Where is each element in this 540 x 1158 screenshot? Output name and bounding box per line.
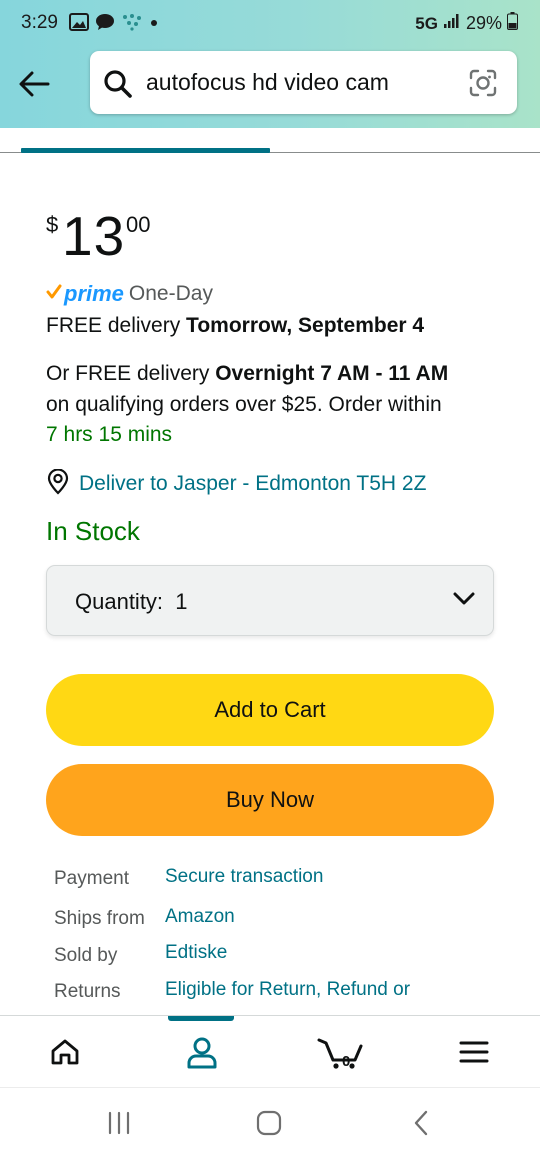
active-tab-indicator — [21, 148, 270, 153]
prime-check-icon — [46, 284, 62, 305]
bottom-nav: 0 — [0, 1015, 540, 1087]
sold-by-value[interactable]: Edtiske — [165, 942, 227, 964]
payment-value[interactable]: Secure transaction — [165, 866, 323, 888]
deliver-to-link[interactable]: Deliver to Jasper - Edmonton T5H 2Z — [46, 467, 426, 500]
search-icon[interactable] — [103, 69, 133, 104]
order-countdown: 7 hrs 15 mins — [46, 423, 173, 446]
menu-icon — [459, 1041, 489, 1063]
add-to-cart-button[interactable]: Add to Cart — [46, 674, 494, 746]
chat-bubble-icon — [95, 13, 115, 36]
location-pin-icon — [46, 467, 70, 500]
network-label: 5G — [415, 13, 438, 33]
payment-label: Payment — [54, 868, 129, 889]
nav-home[interactable] — [40, 1016, 90, 1088]
notification-icons — [69, 13, 159, 36]
nav-menu[interactable] — [448, 1016, 500, 1088]
prime-tag: One-Day — [128, 282, 213, 305]
recent-apps-icon — [108, 1111, 130, 1135]
prime-badge-row: prime One-Day — [46, 281, 213, 307]
status-time: 3:29 — [21, 12, 58, 33]
alt-delivery-line: Or FREE delivery Overnight 7 AM - 11 AM — [46, 362, 449, 385]
price-symbol: $ — [46, 212, 59, 237]
quantity-label: Quantity: 1 — [75, 589, 188, 614]
system-back-icon — [414, 1110, 428, 1136]
quantity-value: 1 — [175, 589, 188, 614]
home-icon — [51, 1039, 79, 1065]
price-fraction: 00 — [126, 212, 151, 237]
status-right: 5G 29% — [415, 12, 518, 35]
gallery-icon — [69, 13, 89, 36]
system-home-icon — [256, 1110, 282, 1136]
signal-icon — [443, 13, 461, 34]
search-bar[interactable] — [90, 51, 517, 114]
delivery-window: Overnight 7 AM - 11 AM — [215, 362, 449, 385]
status-bar: 3:29 5G 29% — [0, 0, 540, 46]
ships-from-value: Amazon — [165, 906, 235, 927]
system-home-button[interactable] — [254, 1108, 284, 1138]
ships-from-label: Ships from — [54, 908, 145, 929]
account-icon — [187, 1037, 217, 1069]
system-back-button[interactable] — [406, 1108, 436, 1138]
system-nav-bar — [0, 1087, 540, 1158]
app-header: 3:29 5G 29% — [0, 0, 540, 128]
nav-account[interactable] — [174, 1016, 230, 1088]
sparkle-dots-icon — [121, 13, 143, 36]
stock-status: In Stock — [46, 516, 140, 546]
cart-count-badge: 0 — [342, 1053, 351, 1070]
deliver-to-text[interactable]: Deliver to Jasper - Edmonton T5H 2Z — [79, 472, 426, 496]
chevron-down-icon — [453, 592, 475, 611]
back-button[interactable] — [16, 66, 52, 102]
quantity-dropdown[interactable]: Quantity: 1 — [46, 565, 494, 636]
prime-logo: prime — [64, 281, 124, 306]
battery-icon — [507, 12, 518, 35]
qualifying-orders-line: on qualifying orders over $25. Order wit… — [46, 393, 442, 416]
search-input[interactable] — [146, 65, 446, 99]
camera-scan-icon[interactable] — [469, 69, 497, 102]
battery-percent: 29% — [465, 13, 502, 33]
returns-label: Returns — [54, 981, 121, 1002]
cart-icon — [317, 1038, 363, 1069]
arrow-left-icon — [19, 71, 50, 97]
nav-cart[interactable]: 0 — [310, 1016, 370, 1088]
sold-by-label: Sold by — [54, 945, 118, 966]
buy-now-button[interactable]: Buy Now — [46, 764, 494, 836]
free-delivery-line: FREE delivery Tomorrow, September 4 — [46, 314, 425, 337]
delivery-date: Tomorrow, September 4 — [186, 314, 425, 337]
dot-icon — [149, 13, 159, 36]
recent-apps-button[interactable] — [104, 1108, 134, 1138]
returns-value[interactable]: Eligible for Return, Refund or — [165, 979, 410, 1001]
cart-wrapper: 0 — [317, 1034, 363, 1070]
price-whole: 13 — [62, 205, 126, 267]
